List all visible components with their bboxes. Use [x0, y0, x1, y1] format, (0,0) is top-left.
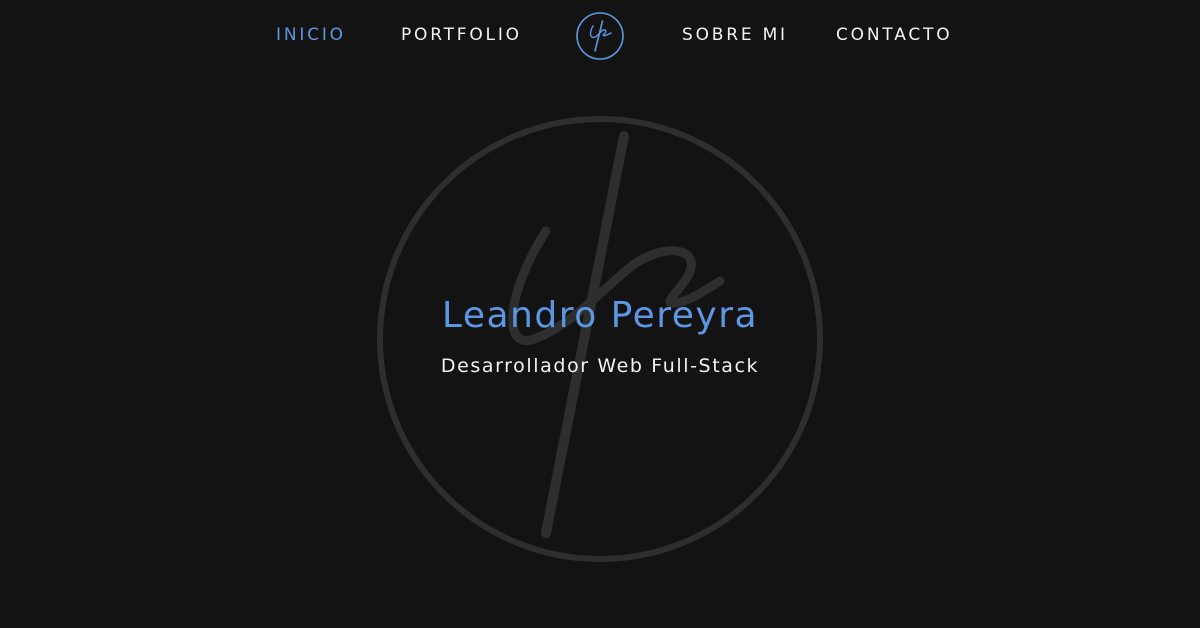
nav-link-contacto[interactable]: CONTACTO	[836, 24, 952, 46]
hero-name: Leandro Pereyra	[441, 295, 759, 336]
nav-link-inicio[interactable]: INICIO	[276, 24, 346, 46]
lp-monogram-emblem	[377, 116, 823, 562]
nav-link-portfolio[interactable]: PORTFOLIO	[401, 24, 522, 46]
nav-link-sobre-mi[interactable]: SOBRE MI	[682, 24, 788, 46]
landing-page: INICIO PORTFOLIO SOBRE MI CONTACTO Leand…	[0, 0, 1200, 628]
top-navigation: INICIO PORTFOLIO SOBRE MI CONTACTO	[0, 0, 1200, 70]
hero-subtitle: Desarrollador Web Full-Stack	[440, 355, 760, 377]
lp-monogram-icon[interactable]	[575, 11, 625, 61]
